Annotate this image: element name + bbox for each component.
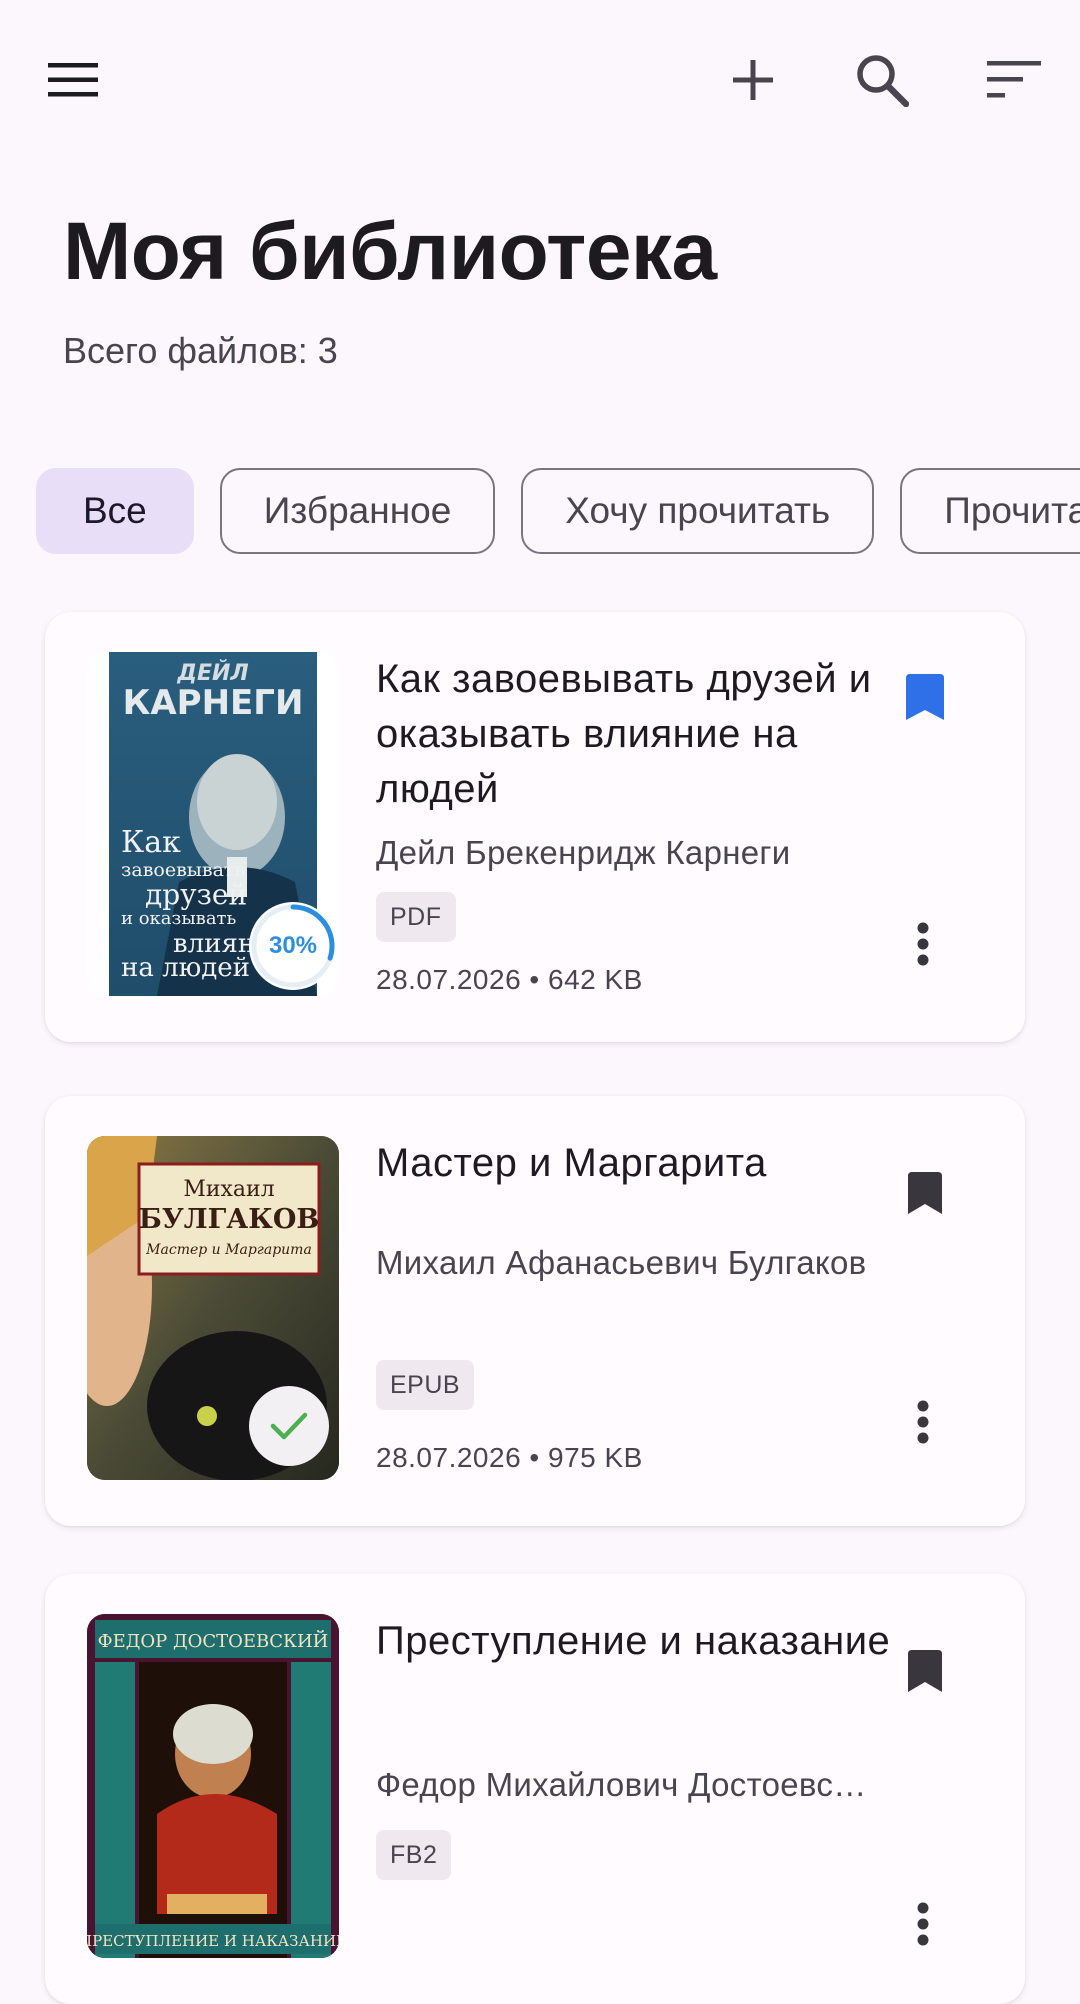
cover-top-text: Михаил [183,1177,274,1202]
cover-line: и оказывать [121,908,237,929]
book-card[interactable]: Михаил БУЛГАКОВ Мастер и Маргарита Масте… [45,1096,1025,1526]
hamburger-menu-icon[interactable] [25,32,121,128]
filter-chips: Все Избранное Хочу прочитать Прочитано [36,468,1080,558]
cover-bottom-text: ПРЕСТУПЛЕНИЕ И НАКАЗАНИЕ [87,1932,339,1950]
format-badge: FB2 [376,1830,452,1880]
reading-progress: 30% [249,902,337,990]
chip-all[interactable]: Все [36,468,194,554]
book-meta: 28.07.2026 • 642 KB [376,964,643,995]
file-count: Всего файлов: 3 [63,330,338,371]
cover-big-text: КАРНЕГИ [123,683,304,723]
more-options-icon[interactable] [891,1382,955,1462]
plus-icon[interactable] [705,32,801,128]
chip-favorites[interactable]: Избранное [219,468,496,554]
cover-top-text: ФЕДОР ДОСТОЕВСКИЙ [98,1629,329,1652]
progress-label: 30% [268,932,318,959]
bookmark-filled-icon[interactable] [900,668,950,726]
check-icon [270,1412,308,1440]
more-options-icon[interactable] [891,1884,955,1964]
more-options-icon[interactable] [891,904,955,984]
bookmark-icon[interactable] [900,1642,950,1700]
book-meta: 28.07.2026 • 975 KB [376,1442,643,1473]
page-title: Моя библиотека [63,206,717,297]
sort-icon[interactable] [966,32,1062,128]
cover-sub-text: Мастер и Маргарита [145,1242,312,1258]
book-author: Михаил Афанасьевич Булгаков [376,1244,867,1281]
format-badge: EPUB [376,1360,475,1410]
search-icon[interactable] [834,32,930,128]
chip-want-to-read[interactable]: Хочу прочитать [521,468,875,554]
cover-line: Как [121,825,181,860]
bookmark-icon[interactable] [900,1164,950,1222]
top-app-bar [0,0,1080,160]
book-author: Дейл Брекенридж Карнеги [376,834,791,871]
book-title: Мастер и Маргарита [376,1141,767,1185]
book-title: Преступление и наказание [376,1619,891,1663]
cover-line: на людей [121,953,250,983]
book-title: Как завоевывать друзей и оказывать влиян… [376,657,872,811]
cover-big-text: БУЛГАКОВ [139,1204,319,1235]
cover-line: друзей [145,878,247,911]
format-badge: PDF [376,892,456,942]
book-card[interactable]: ФЕДОР ДОСТОЕВСКИЙ ПРЕСТУПЛЕНИЕ И НАКАЗАН… [45,1574,1025,2004]
finished-badge [249,1386,329,1466]
book-cover: ФЕДОР ДОСТОЕВСКИЙ ПРЕСТУПЛЕНИЕ И НАКАЗАН… [87,1614,339,1958]
book-card[interactable]: ДЕЙЛ КАРНЕГИ Как завоевывать друзей и ок… [45,612,1025,1042]
chip-read[interactable]: Прочитано [900,468,1080,554]
book-author: Федор Михайлович Достоевский [376,1766,876,1803]
